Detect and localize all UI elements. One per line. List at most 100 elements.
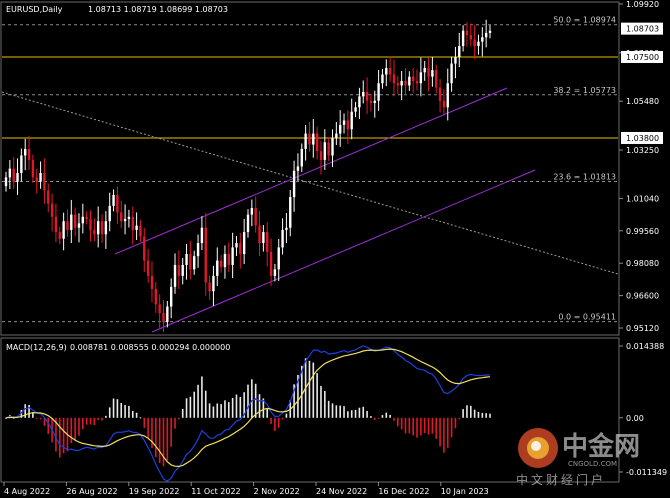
- macd-histogram-bar: [431, 417, 434, 434]
- macd-histogram-bar: [270, 417, 272, 424]
- macd-histogram-bar: [89, 417, 92, 425]
- macd-histogram-bar: [105, 415, 107, 418]
- fib-level-label: 23.6 = 1.01813: [553, 172, 616, 181]
- macd-histogram-bar: [462, 409, 464, 418]
- watermark: 中金网 CNGOLD.COM 中文财经门户: [516, 428, 640, 487]
- macd-label: MACD(12,26,9): [6, 343, 67, 352]
- price-tick-label: 0.95120: [626, 324, 659, 333]
- macd-histogram-bar: [174, 417, 176, 429]
- macd-histogram-bar: [74, 417, 76, 441]
- macd-histogram-bar: [312, 362, 315, 418]
- macd-histogram-bar: [185, 398, 188, 418]
- price-tick-label: 0.96600: [626, 292, 659, 301]
- macd-histogram-bar: [316, 373, 318, 418]
- macd-histogram-bar: [220, 404, 222, 418]
- macd-histogram-bar: [347, 411, 349, 418]
- macd-histogram-bar: [489, 413, 491, 418]
- macd-histogram-bar: [120, 403, 123, 418]
- price-tick-label: 1.03250: [626, 146, 659, 155]
- macd-histogram-bar: [101, 417, 103, 421]
- macd-histogram-bar: [170, 417, 172, 447]
- macd-histogram-bar: [247, 384, 249, 418]
- macd-histogram-bar: [308, 360, 311, 418]
- fib-level-label: 38.2 = 1.05773: [553, 86, 616, 95]
- macd-histogram-bar: [216, 403, 219, 418]
- chart-canvas[interactable]: 50.0 = 1.08974 38.2 = 1.05773 23.6 = 1.018…: [0, 0, 670, 498]
- macd-histogram-bar: [377, 417, 380, 419]
- price-level-tag-label: 1.07500: [626, 53, 659, 62]
- macd-histogram-bar: [397, 417, 399, 427]
- macd-histogram-bar: [181, 408, 184, 418]
- watermark-brand: 中金网: [562, 431, 640, 462]
- macd-histogram-bar: [481, 412, 484, 418]
- macd-histogram-bar: [381, 415, 384, 418]
- macd-histogram-bar: [327, 400, 330, 418]
- fib-level-label: 50.0 = 1.08974: [553, 16, 616, 25]
- macd-histogram-bar: [85, 417, 88, 425]
- macd-histogram-bar: [158, 417, 161, 463]
- macd-histogram-bar: [450, 417, 453, 438]
- macd-histogram-bar: [281, 417, 284, 420]
- macd-histogram-bar: [82, 417, 84, 430]
- macd-histogram-bar: [162, 417, 165, 467]
- macd-histogram-bar: [204, 390, 207, 418]
- macd-histogram-bar: [116, 399, 119, 418]
- macd-histogram-bar: [324, 390, 326, 418]
- macd-histogram-bar: [320, 385, 322, 418]
- time-tick-label: 26 Aug 2022: [66, 487, 117, 496]
- macd-histogram-bar: [147, 417, 149, 439]
- macd-histogram-bar: [151, 417, 153, 449]
- macd-histogram-bar: [47, 417, 50, 434]
- macd-histogram-bar: [58, 417, 61, 458]
- macd-histogram-bar: [454, 417, 457, 429]
- macd-histogram-bar: [362, 406, 365, 418]
- macd-histogram-bar: [143, 417, 146, 428]
- macd-histogram-bar: [427, 417, 430, 435]
- time-tick-label: 11 Oct 2022: [191, 487, 240, 496]
- time-tick-label: 10 Jan 2023: [441, 487, 489, 496]
- macd-histogram-bar: [446, 417, 449, 448]
- macd-histogram-bar: [385, 412, 388, 418]
- macd-histogram-bar: [35, 417, 38, 419]
- time-tick-label: 2 Nov 2022: [254, 487, 300, 496]
- watermark-site: CNGOLD.COM: [568, 460, 617, 468]
- macd-histogram-bar: [128, 405, 130, 418]
- macd-histogram-bar: [339, 405, 341, 418]
- macd-histogram-bar: [366, 411, 368, 418]
- macd-histogram-bar: [404, 417, 407, 434]
- macd-histogram-bar: [227, 402, 230, 418]
- time-tick-label: 16 Dec 2022: [378, 487, 429, 496]
- fib-level-label: 0.0 = 0.95411: [558, 313, 616, 322]
- macd-histogram-bar: [466, 405, 468, 418]
- price-level-tag-label: 1.03800: [626, 134, 659, 143]
- time-tick-label: 19 Sep 2022: [129, 487, 180, 496]
- price-pane[interactable]: [0, 1, 620, 336]
- macd-histogram-bar: [197, 384, 199, 418]
- macd-histogram-bar: [139, 417, 142, 419]
- macd-histogram-bar: [93, 417, 96, 426]
- macd-tick-label: 0.014388: [626, 342, 664, 351]
- macd-histogram-bar: [112, 398, 115, 418]
- macd-histogram-bar: [266, 408, 269, 418]
- macd-histogram-bar: [435, 417, 438, 439]
- watermark-slogan: 中文财经门户: [516, 472, 606, 487]
- macd-histogram-bar: [274, 417, 276, 432]
- macd-histogram-bar: [393, 417, 395, 421]
- price-tick-label: 1.05480: [626, 97, 659, 106]
- macd-histogram-bar: [443, 417, 445, 453]
- macd-histogram-bar: [78, 417, 80, 436]
- current-price-label: 1.08703: [626, 25, 659, 34]
- time-tick-label: 4 Aug 2022: [4, 487, 50, 496]
- macd-histogram-bar: [458, 417, 461, 420]
- macd-histogram-bar: [258, 394, 261, 418]
- macd-tick-label: -0.011349: [626, 468, 667, 477]
- macd-histogram-bar: [239, 397, 242, 418]
- macd-histogram-bar: [178, 417, 180, 420]
- macd-histogram-bar: [208, 403, 211, 418]
- time-tick-label: 24 Nov 2022: [316, 487, 367, 496]
- macd-histogram-bar: [477, 411, 480, 418]
- macd-histogram-bar: [420, 417, 422, 436]
- macd-histogram-bar: [373, 417, 376, 420]
- macd-histogram-bar: [343, 406, 345, 418]
- macd-histogram-bar: [389, 414, 391, 418]
